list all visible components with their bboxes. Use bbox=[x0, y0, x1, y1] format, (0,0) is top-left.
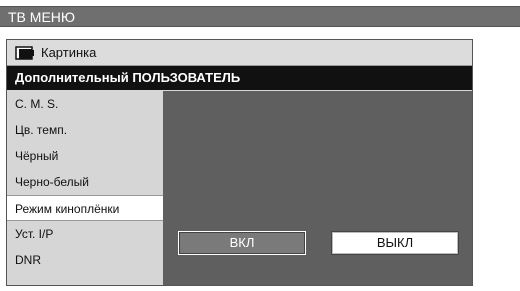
menu-item-film-mode[interactable]: Режим киноплёнки bbox=[7, 195, 163, 221]
menu-item-dnr[interactable]: DNR bbox=[7, 247, 163, 273]
menu-item-cms[interactable]: C. M. S. bbox=[7, 91, 163, 117]
breadcrumb: Картинка bbox=[7, 40, 472, 66]
menu-title: ТВ МЕНЮ bbox=[8, 9, 76, 25]
menu-item-color-temp[interactable]: Цв. темп. bbox=[7, 117, 163, 143]
picture-icon bbox=[15, 45, 34, 60]
options-area: ВКЛ ВЫКЛ bbox=[163, 91, 472, 285]
section-header: Дополнительный ПОЛЬЗОВАТЕЛЬ bbox=[7, 66, 472, 90]
section-title: Дополнительный ПОЛЬЗОВАТЕЛЬ bbox=[15, 70, 241, 85]
menu-item-ip-setting[interactable]: Уст. I/P bbox=[7, 221, 163, 247]
settings-menu: C. M. S. Цв. темп. Чёрный Черно-белый Ре… bbox=[7, 91, 163, 285]
menu-item-monochrome[interactable]: Черно-белый bbox=[7, 169, 163, 195]
on-option-button[interactable]: ВКЛ bbox=[178, 231, 306, 255]
menu-panel: Картинка Дополнительный ПОЛЬЗОВАТЕЛЬ C. … bbox=[6, 39, 473, 286]
menu-title-bar: ТВ МЕНЮ bbox=[0, 6, 520, 27]
off-option-button[interactable]: ВЫКЛ bbox=[331, 231, 459, 255]
menu-item-black[interactable]: Чёрный bbox=[7, 143, 163, 169]
breadcrumb-label: Картинка bbox=[41, 45, 97, 60]
